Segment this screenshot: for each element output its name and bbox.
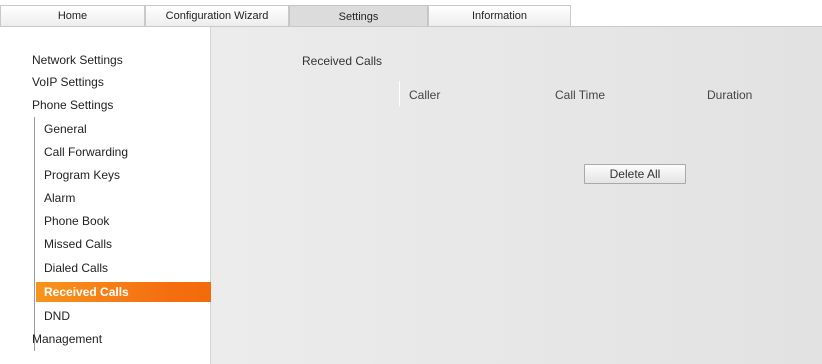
tab-settings[interactable]: Settings (289, 5, 428, 27)
tab-information[interactable]: Information (428, 5, 571, 26)
sidebar-item-phone-settings[interactable]: Phone Settings (32, 95, 113, 115)
sidebar-item-management[interactable]: Management (32, 329, 102, 349)
sidebar-subitem-program-keys[interactable]: Program Keys (36, 165, 220, 185)
sidebar-subitem-general[interactable]: General (36, 119, 220, 139)
sidebar-subitem-received-calls[interactable]: Received Calls (36, 282, 220, 302)
sidebar-subitem-dialed-calls[interactable]: Dialed Calls (36, 258, 220, 278)
tab-home[interactable]: Home (0, 5, 145, 26)
sidebar-subitem-call-forwarding[interactable]: Call Forwarding (36, 142, 220, 162)
column-header-call-time: Call Time (555, 88, 606, 102)
sidebar-subitem-phone-book[interactable]: Phone Book (36, 211, 220, 231)
column-header-duration: Duration (707, 88, 753, 102)
submenu-rail (34, 117, 35, 351)
sidebar: Network Settings VoIP Settings Phone Set… (0, 27, 220, 364)
table-header-divider (399, 81, 400, 106)
sidebar-item-network-settings[interactable]: Network Settings (32, 50, 123, 70)
sidebar-subitem-missed-calls[interactable]: Missed Calls (36, 234, 220, 254)
top-tab-bar: Home Configuration Wizard Settings Infor… (0, 0, 822, 27)
delete-all-button[interactable]: Delete All (584, 164, 686, 184)
page-title: Received Calls (302, 54, 383, 68)
column-header-caller: Caller (409, 88, 441, 102)
sidebar-item-voip-settings[interactable]: VoIP Settings (32, 72, 104, 92)
main-panel: Received Calls Caller Call Time Duration… (211, 27, 822, 364)
tab-configuration-wizard[interactable]: Configuration Wizard (145, 5, 289, 26)
sidebar-subitem-dnd[interactable]: DND (36, 306, 220, 326)
sidebar-subitem-alarm[interactable]: Alarm (36, 188, 220, 208)
